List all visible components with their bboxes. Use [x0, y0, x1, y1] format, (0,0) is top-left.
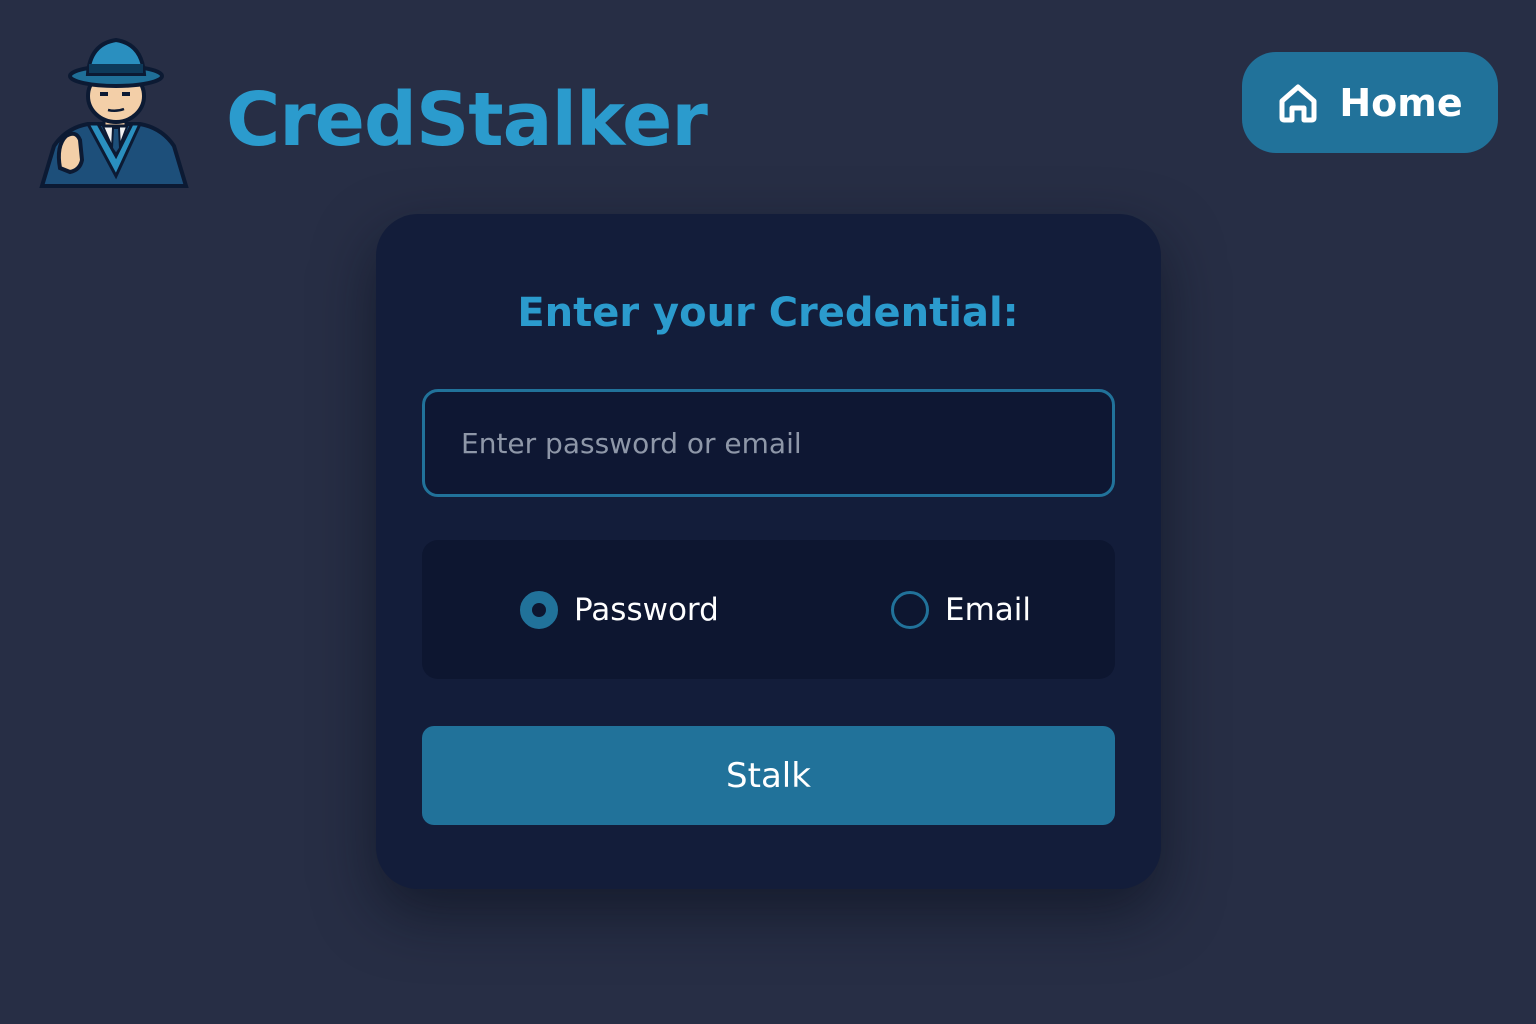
form-title: Enter your Credential:: [517, 290, 1019, 336]
stalk-button[interactable]: Stalk: [422, 726, 1115, 825]
home-button-label: Home: [1339, 80, 1463, 125]
credential-type-group: Password Email: [422, 540, 1115, 679]
home-icon: [1277, 82, 1319, 124]
home-button[interactable]: Home: [1242, 52, 1498, 153]
app-title: CredStalker: [226, 77, 708, 163]
radio-label-password: Password: [574, 591, 719, 628]
detective-icon: [36, 36, 192, 188]
credential-input[interactable]: [422, 389, 1115, 497]
radio-dot: [532, 602, 546, 617]
page: CredStalker Home Enter your Credential: …: [0, 0, 1536, 1024]
radio-button-unchecked[interactable]: [891, 590, 929, 629]
radio-label-email: Email: [945, 591, 1032, 628]
radio-option-email[interactable]: Email: [891, 540, 1031, 679]
radio-option-password[interactable]: Password: [520, 540, 719, 679]
radio-button-checked[interactable]: [520, 590, 558, 629]
